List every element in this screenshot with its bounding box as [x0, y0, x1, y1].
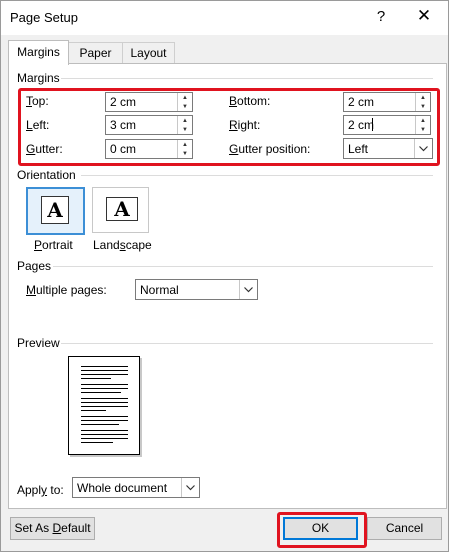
chevron-down-icon[interactable]: [414, 139, 432, 158]
spin-up-icon[interactable]: ▲: [178, 93, 192, 102]
spin-up-icon[interactable]: ▲: [178, 140, 192, 149]
gutter-label: Gutter:: [26, 142, 63, 156]
close-button[interactable]: ✕: [413, 6, 435, 26]
right-label: Right:: [229, 118, 261, 132]
preview-line: [81, 410, 106, 411]
pages-divider: [53, 266, 433, 267]
spin-down-icon[interactable]: ▼: [416, 125, 430, 134]
gutter-position-select[interactable]: Left: [343, 138, 433, 159]
gutter-spinner[interactable]: ▲ ▼: [177, 140, 192, 158]
left-margin-input[interactable]: 3 cm ▲ ▼: [105, 115, 193, 135]
pages-group-label: Pages: [17, 259, 52, 273]
top-margin-spinner[interactable]: ▲ ▼: [177, 93, 192, 111]
dialog-title: Page Setup: [10, 10, 78, 25]
portrait-page-icon: A: [41, 196, 69, 224]
preview-line: [81, 442, 113, 443]
preview-line: [81, 392, 121, 393]
multiple-pages-select[interactable]: Normal: [135, 279, 258, 300]
page-setup-dialog: Page Setup ? ✕ Margins Paper Layout Marg…: [0, 0, 449, 552]
apply-to-value: Whole document: [77, 481, 168, 495]
top-margin-input[interactable]: 2 cm ▲ ▼: [105, 92, 193, 112]
spin-up-icon[interactable]: ▲: [178, 116, 192, 125]
spin-down-icon[interactable]: ▼: [178, 149, 192, 158]
top-margin-value: 2 cm: [110, 95, 137, 109]
bottom-margin-value: 2 cm: [348, 95, 375, 109]
preview-line: [81, 430, 128, 431]
chevron-down-icon[interactable]: [181, 478, 199, 497]
bottom-margin-spinner[interactable]: ▲ ▼: [415, 93, 430, 111]
set-as-default-button[interactable]: Set As Default: [10, 517, 95, 540]
page-preview: [68, 356, 140, 455]
right-margin-value: 2 cm: [348, 118, 375, 132]
bottom-margin-input[interactable]: 2 cm ▲ ▼: [343, 92, 431, 112]
preview-line: [81, 406, 128, 407]
tab-layout[interactable]: Layout: [122, 42, 175, 64]
preview-line: [81, 424, 119, 425]
left-margin-spinner[interactable]: ▲ ▼: [177, 116, 192, 134]
landscape-page-icon: A: [106, 197, 138, 221]
preview-line: [81, 388, 128, 389]
preview-line: [81, 374, 128, 375]
preview-group-label: Preview: [17, 336, 60, 350]
gutter-position-value: Left: [348, 142, 369, 156]
preview-line: [81, 378, 111, 379]
preview-line: [81, 434, 128, 435]
multiple-pages-label: Multiple pages:: [26, 283, 107, 297]
orientation-group-label: Orientation: [17, 168, 76, 182]
title-bar[interactable]: Page Setup ? ✕: [1, 1, 448, 35]
spin-down-icon[interactable]: ▼: [416, 102, 430, 111]
orientation-divider: [81, 175, 433, 176]
spin-down-icon[interactable]: ▼: [178, 125, 192, 134]
gutter-value: 0 cm: [110, 142, 137, 156]
gutter-input[interactable]: 0 cm ▲ ▼: [105, 139, 193, 159]
margins-group-label: Margins: [17, 71, 60, 85]
spin-down-icon[interactable]: ▼: [178, 102, 192, 111]
preview-line: [81, 420, 128, 421]
landscape-option[interactable]: A: [92, 187, 149, 233]
apply-to-label: Apply to:: [17, 483, 64, 497]
cancel-button[interactable]: Cancel: [367, 517, 442, 540]
preview-line: [81, 402, 128, 403]
portrait-option[interactable]: A: [26, 187, 85, 235]
help-button[interactable]: ?: [373, 8, 389, 25]
preview-line: [81, 384, 128, 385]
right-margin-spinner[interactable]: ▲ ▼: [415, 116, 430, 134]
left-margin-value: 3 cm: [110, 118, 137, 132]
spin-up-icon[interactable]: ▲: [416, 116, 430, 125]
preview-line: [81, 438, 128, 439]
ok-button[interactable]: OK: [283, 517, 358, 540]
bottom-label: Bottom:: [229, 94, 271, 108]
right-margin-input[interactable]: 2 cm ▲ ▼: [343, 115, 431, 135]
left-label: Left:: [26, 118, 50, 132]
top-label: Top:: [26, 94, 49, 108]
tab-margins[interactable]: Margins: [8, 40, 69, 65]
preview-divider: [61, 343, 433, 344]
gutter-position-label: Gutter position:: [229, 142, 311, 156]
preview-line: [81, 398, 128, 399]
landscape-label[interactable]: Landscape: [93, 238, 152, 252]
chevron-down-icon[interactable]: [239, 280, 257, 299]
multiple-pages-value: Normal: [140, 283, 179, 297]
top-label-rest: op:: [32, 94, 49, 108]
spin-up-icon[interactable]: ▲: [416, 93, 430, 102]
portrait-label[interactable]: Portrait: [34, 238, 73, 252]
text-cursor: [372, 118, 373, 131]
preview-line: [81, 366, 128, 367]
tab-paper[interactable]: Paper: [68, 42, 123, 64]
preview-line: [81, 416, 128, 417]
margins-divider: [61, 78, 433, 79]
preview-line: [81, 370, 128, 371]
apply-to-select[interactable]: Whole document: [72, 477, 200, 498]
